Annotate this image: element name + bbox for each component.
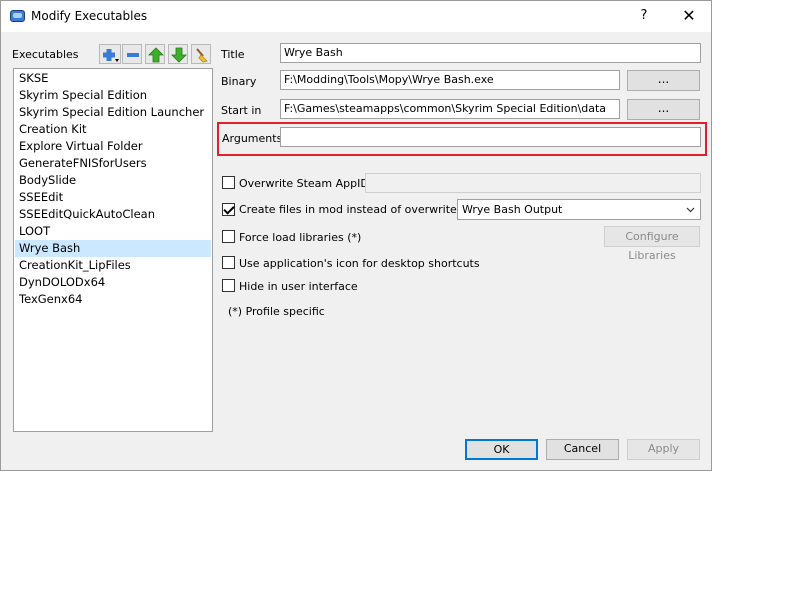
overwrite-appid-label[interactable]: Overwrite Steam AppID (239, 177, 369, 190)
browse-binary-button[interactable]: ... (627, 70, 700, 91)
create-files-label[interactable]: Create files in mod instead of overwrite… (239, 203, 474, 216)
title-input[interactable]: Wrye Bash (280, 43, 701, 63)
arguments-input[interactable] (280, 127, 701, 147)
executable-item[interactable]: BodySlide (15, 172, 211, 189)
use-icon-label[interactable]: Use application's icon for desktop short… (239, 257, 480, 270)
add-icon (103, 49, 119, 62)
close-button[interactable]: ✕ (671, 5, 707, 27)
arguments-label: Arguments (222, 132, 283, 145)
use-icon-checkbox[interactable] (222, 256, 235, 269)
remove-icon (127, 53, 139, 57)
move-down-button[interactable] (168, 44, 188, 64)
binary-input[interactable]: F:\Modding\Tools\Mopy\Wrye Bash.exe (280, 70, 620, 90)
window-title: Modify Executables (31, 9, 148, 23)
force-load-label[interactable]: Force load libraries (*) (239, 231, 361, 244)
ok-button[interactable]: OK (465, 439, 538, 460)
cancel-button[interactable]: Cancel (546, 439, 619, 460)
hide-ui-label[interactable]: Hide in user interface (239, 280, 358, 293)
title-label: Title (221, 48, 245, 61)
help-button[interactable]: ? (629, 5, 659, 27)
executables-label: Executables (12, 48, 79, 61)
executables-list[interactable]: SKSE Skyrim Special Edition Skyrim Special… (13, 68, 213, 432)
executable-item[interactable]: SKSE (15, 70, 211, 87)
executable-item[interactable]: Creation Kit (15, 121, 211, 138)
executable-item[interactable]: Explore Virtual Folder (15, 138, 211, 155)
executable-item[interactable]: SSEEditQuickAutoClean (15, 206, 211, 223)
chevron-down-icon (686, 207, 695, 213)
executable-item[interactable]: Skyrim Special Edition (15, 87, 211, 104)
output-mod-select[interactable]: Wrye Bash Output (457, 199, 701, 220)
executable-item[interactable]: DynDOLODx64 (15, 274, 211, 291)
remove-executable-button[interactable] (122, 44, 142, 64)
apply-button[interactable]: Apply (627, 439, 700, 460)
binary-label: Binary (221, 75, 257, 88)
steam-appid-input (365, 173, 701, 193)
browse-start-in-button[interactable]: ... (627, 99, 700, 120)
executable-item[interactable]: CreationKit_LipFiles (15, 257, 211, 274)
add-executable-button[interactable] (99, 44, 121, 64)
overwrite-appid-checkbox[interactable] (222, 176, 235, 189)
executable-item[interactable]: GenerateFNISforUsers (15, 155, 211, 172)
create-files-checkbox[interactable] (222, 203, 235, 216)
start-in-label: Start in (221, 104, 262, 117)
executable-item[interactable]: SSEEdit (15, 189, 211, 206)
output-mod-value: Wrye Bash Output (462, 203, 563, 216)
clean-icon (196, 48, 208, 63)
configure-libraries-button[interactable]: Configure Libraries (604, 226, 700, 262)
start-in-input[interactable]: F:\Games\steamapps\common\Skyrim Special… (280, 99, 620, 119)
executable-item[interactable]: TexGenx64 (15, 291, 211, 308)
move-up-button[interactable] (145, 44, 165, 64)
modify-executables-dialog: Modify Executables ? ✕ Executables SKSE S… (0, 0, 712, 471)
clean-button[interactable] (191, 44, 211, 64)
hide-ui-checkbox[interactable] (222, 279, 235, 292)
move-up-icon (148, 47, 164, 63)
executable-item[interactable]: LOOT (15, 223, 211, 240)
executable-item[interactable]: Wrye Bash (15, 240, 211, 257)
executable-item[interactable]: Skyrim Special Edition Launcher (15, 104, 211, 121)
profile-specific-note: (*) Profile specific (228, 305, 325, 318)
title-bar[interactable]: Modify Executables ? ✕ (1, 1, 711, 32)
force-load-checkbox[interactable] (222, 230, 235, 243)
move-down-icon (171, 47, 187, 63)
app-icon (10, 10, 25, 22)
